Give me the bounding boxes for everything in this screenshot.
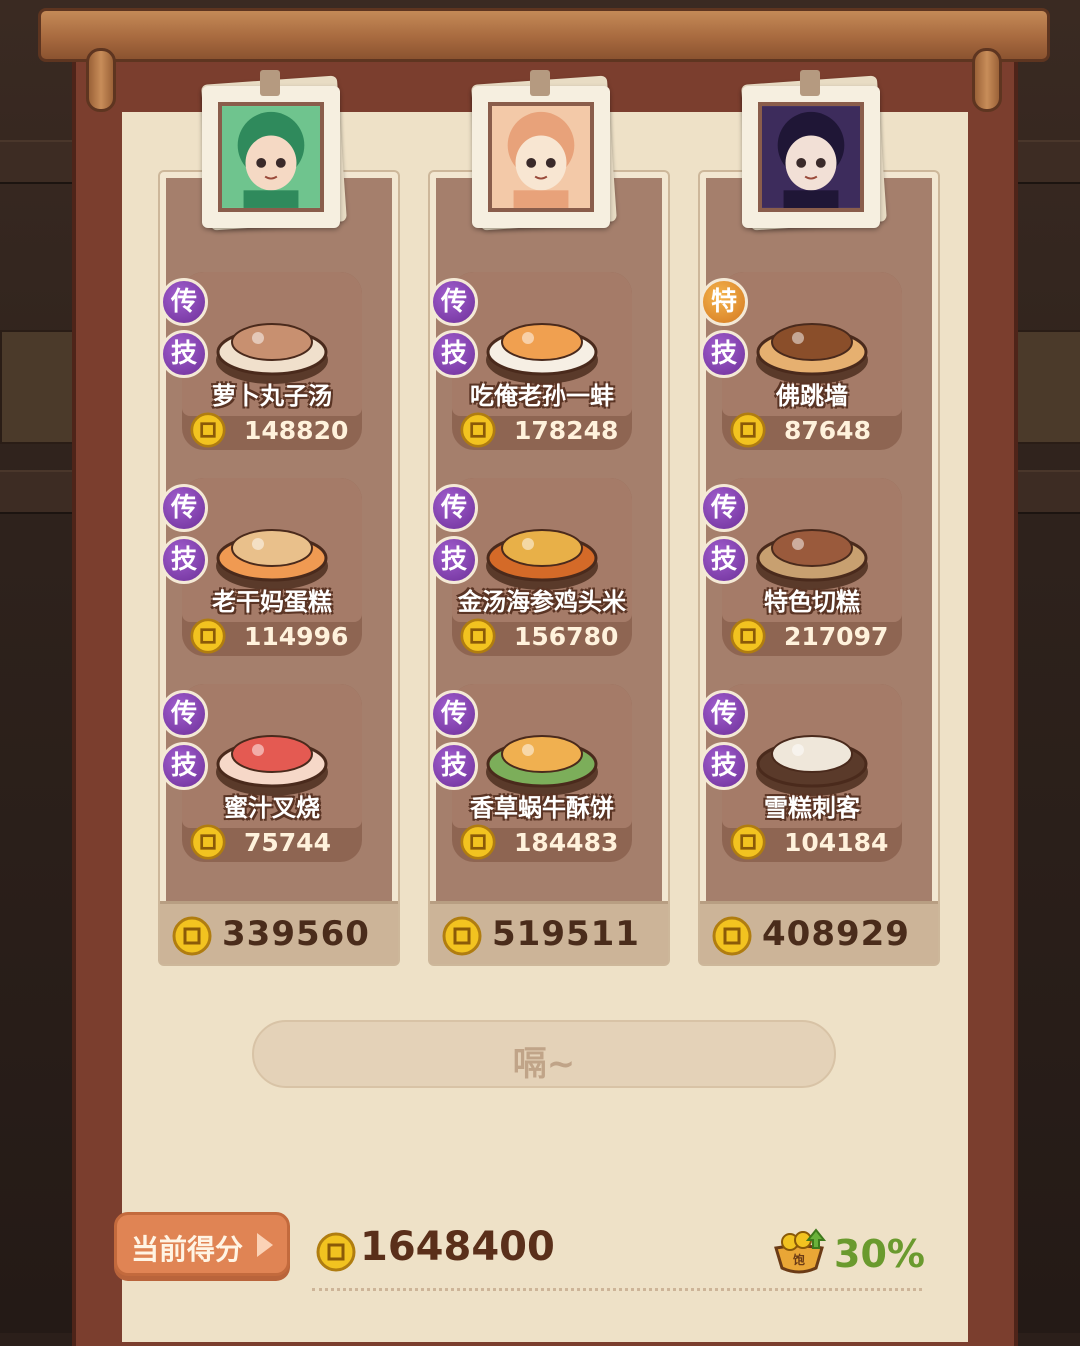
coin-icon xyxy=(442,916,482,956)
dish-image xyxy=(486,735,598,796)
dish-image xyxy=(486,323,598,384)
skill-badge: 技 xyxy=(700,742,748,790)
dish-image xyxy=(486,529,598,590)
chef-portrait[interactable] xyxy=(201,70,347,231)
scroll-rod-knob xyxy=(972,48,1002,112)
dish-name: 金汤海参鸡头米 xyxy=(458,588,626,616)
chef-portrait[interactable] xyxy=(471,70,617,231)
clip-icon xyxy=(800,70,820,96)
dish-name: 雪糕刺客 xyxy=(764,794,860,822)
legendary-badge: 传 xyxy=(160,278,208,326)
dish-price: 114996 xyxy=(244,622,349,651)
dish-card[interactable]: 香草蜗牛酥饼 184483 xyxy=(452,684,632,862)
background-panel xyxy=(0,330,74,444)
dish-name: 特色切糕 xyxy=(764,588,860,616)
legendary-badge: 传 xyxy=(430,278,478,326)
dish-name: 蜜汁叉烧 xyxy=(224,794,320,822)
dish-price: 178248 xyxy=(514,416,619,445)
chef-portrait[interactable] xyxy=(741,70,887,231)
clip-icon xyxy=(260,70,280,96)
dish-name: 吃俺老孙一蚌 xyxy=(470,382,614,410)
dark-haired-character-portrait xyxy=(758,102,864,212)
current-score-label: 当前得分 xyxy=(131,1233,244,1266)
full-bowl-icon: 饱 xyxy=(774,1228,827,1274)
message-bar[interactable]: 嗝~ xyxy=(252,1020,836,1088)
coin-icon xyxy=(730,618,766,654)
dish-price: 148820 xyxy=(244,416,349,445)
coin-icon xyxy=(460,824,496,860)
coin-icon xyxy=(172,916,212,956)
bonus-percent: 30% xyxy=(834,1232,925,1276)
dish-card[interactable]: 蜜汁叉烧 75744 xyxy=(182,684,362,862)
skill-badge: 技 xyxy=(700,330,748,378)
dish-card[interactable]: 萝卜丸子汤 148820 xyxy=(182,272,362,450)
dish-card[interactable]: 特色切糕 217097 xyxy=(722,478,902,656)
dish-image xyxy=(216,323,328,384)
skill-badge: 技 xyxy=(430,536,478,584)
column-total-value: 408929 xyxy=(762,914,910,954)
legendary-badge: 传 xyxy=(160,484,208,532)
skill-badge: 技 xyxy=(160,742,208,790)
column-total: 519511 xyxy=(430,901,668,964)
dish-image xyxy=(756,529,868,590)
coin-icon xyxy=(190,412,226,448)
current-score-tab[interactable]: 当前得分 xyxy=(114,1212,290,1276)
play-arrow-icon xyxy=(257,1233,273,1257)
skill-badge: 技 xyxy=(700,536,748,584)
dish-card[interactable]: 吃俺老孙一蚌 178248 xyxy=(452,272,632,450)
dish-card[interactable]: 金汤海参鸡头米 156780 xyxy=(452,478,632,656)
coin-icon xyxy=(730,412,766,448)
legendary-badge: 特 xyxy=(700,278,748,326)
dish-image xyxy=(216,735,328,796)
dish-name: 老干妈蛋糕 xyxy=(212,588,332,616)
skill-badge: 技 xyxy=(430,330,478,378)
dish-price: 217097 xyxy=(784,622,889,651)
column-total-value: 519511 xyxy=(492,914,640,954)
coin-icon xyxy=(730,824,766,860)
dish-card[interactable]: 老干妈蛋糕 114996 xyxy=(182,478,362,656)
legendary-badge: 传 xyxy=(160,690,208,738)
score-divider xyxy=(312,1288,922,1291)
background-panel xyxy=(1010,330,1080,444)
dish-image xyxy=(756,323,868,384)
dish-price: 184483 xyxy=(514,828,619,857)
coin-icon xyxy=(460,412,496,448)
coin-icon xyxy=(190,618,226,654)
coin-icon xyxy=(712,916,752,956)
dish-price: 156780 xyxy=(514,622,619,651)
dish-name: 佛跳墙 xyxy=(776,382,848,410)
coin-icon xyxy=(316,1232,356,1272)
dish-image xyxy=(756,735,868,796)
dish-card[interactable]: 雪糕刺客 104184 xyxy=(722,684,902,862)
dish-card[interactable]: 佛跳墙 87648 xyxy=(722,272,902,450)
scroll-rod xyxy=(38,8,1050,62)
skill-badge: 技 xyxy=(430,742,478,790)
column-total-value: 339560 xyxy=(222,914,370,954)
dish-name: 萝卜丸子汤 xyxy=(212,382,332,410)
current-score-value: 1648400 xyxy=(360,1224,555,1270)
scroll-rod-knob xyxy=(86,48,116,112)
skill-badge: 技 xyxy=(160,536,208,584)
legendary-badge: 传 xyxy=(430,690,478,738)
dish-image xyxy=(216,529,328,590)
dish-price: 104184 xyxy=(784,828,889,857)
pink-haired-character-portrait xyxy=(488,102,594,212)
legendary-badge: 传 xyxy=(430,484,478,532)
legendary-badge: 传 xyxy=(700,690,748,738)
column-total: 339560 xyxy=(160,901,398,964)
message-text: 嗝~ xyxy=(512,1044,576,1084)
dish-price: 75744 xyxy=(244,828,331,857)
svg-text:饱: 饱 xyxy=(793,1252,805,1267)
column-total: 408929 xyxy=(700,901,938,964)
dish-price: 87648 xyxy=(784,416,871,445)
coin-icon xyxy=(460,618,496,654)
clip-icon xyxy=(530,70,550,96)
dish-name: 香草蜗牛酥饼 xyxy=(470,794,614,822)
legendary-badge: 传 xyxy=(700,484,748,532)
skill-badge: 技 xyxy=(160,330,208,378)
coin-icon xyxy=(190,824,226,860)
green-haired-character-portrait xyxy=(218,102,324,212)
